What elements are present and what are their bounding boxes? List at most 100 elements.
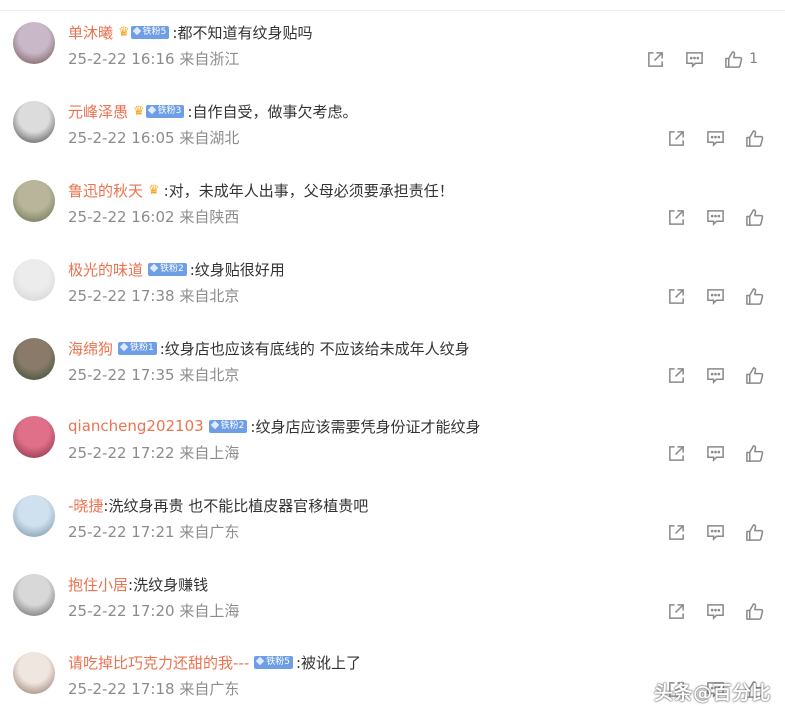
comment-actions xyxy=(647,521,764,543)
comment-time: 25-2-22 17:21 xyxy=(68,523,175,541)
share-icon[interactable] xyxy=(666,207,686,227)
avatar[interactable] xyxy=(13,259,55,301)
avatar[interactable] xyxy=(13,338,55,380)
crown-icon: ♛ xyxy=(133,103,145,119)
comment-item: qiancheng202103 铁粉2:纹身店应该需要凭身份证才能纹身 25-2-2… xyxy=(0,414,785,492)
user-badges: 铁粉2 xyxy=(208,419,248,433)
comment-actions xyxy=(647,442,764,464)
comment-text: :纹身店也应该有底线的 不应该给未成年人纹身 xyxy=(159,339,470,358)
comment-time: 25-2-22 17:18 xyxy=(68,680,175,698)
comment-time: 25-2-22 17:20 xyxy=(68,602,175,620)
comment-actions xyxy=(647,127,764,149)
thumbs-up-icon[interactable] xyxy=(744,286,764,306)
comment-text: :纹身贴很好用 xyxy=(189,260,285,279)
share-icon[interactable] xyxy=(666,522,686,542)
thumbs-up-icon[interactable] xyxy=(744,522,764,542)
username-link[interactable]: 极光的味道 xyxy=(68,259,143,280)
comment-text: :洗纹身再贵 也不能比植皮器官移植贵吧 xyxy=(103,496,369,515)
comment-icon[interactable] xyxy=(705,443,725,463)
share-icon[interactable] xyxy=(666,601,686,621)
fan-badge: 铁粉2 xyxy=(208,419,248,433)
comment-line: 元峰泽愚 ♛ 铁粉3:自作自受，做事欠考虑。 xyxy=(68,99,357,123)
comment-item: 元峰泽愚 ♛ 铁粉3:自作自受，做事欠考虑。 25-2-22 16:05 来自湖北 xyxy=(0,99,785,177)
comment-item: 海绵狗 铁粉1:纹身店也应该有底线的 不应该给未成年人纹身 25-2-22 17:3… xyxy=(0,336,785,414)
comment-meta: 25-2-22 17:20 来自上海 xyxy=(68,600,239,621)
share-icon[interactable] xyxy=(666,286,686,306)
comment-line: 请吃掉比巧克力还甜的我--- 铁粉5:被讹上了 xyxy=(68,650,361,674)
username-link[interactable]: qiancheng202103 xyxy=(68,417,204,435)
comment-line: 单沐曦 ♛ 铁粉5:都不知道有纹身贴吗 xyxy=(68,20,312,44)
comment-line: 海绵狗 铁粉1:纹身店也应该有底线的 不应该给未成年人纹身 xyxy=(68,336,470,360)
username-link[interactable]: 元峰泽愚 xyxy=(68,101,128,122)
username-link[interactable]: 鲁迅的秋天 xyxy=(68,180,143,201)
thumbs-up-icon[interactable] xyxy=(744,365,764,385)
avatar[interactable] xyxy=(13,495,55,537)
crown-icon: ♛ xyxy=(148,182,160,198)
comment-meta: 25-2-22 17:35 来自北京 xyxy=(68,364,239,385)
comment-time: 25-2-22 17:38 xyxy=(68,287,175,305)
comment-line: 抱住小居:洗纹身赚钱 xyxy=(68,572,208,596)
avatar[interactable] xyxy=(13,101,55,143)
comment-actions xyxy=(647,285,764,307)
comment-line: qiancheng202103 铁粉2:纹身店应该需要凭身份证才能纹身 xyxy=(68,414,480,438)
comment-meta: 25-2-22 17:21 来自广东 xyxy=(68,521,239,542)
comment-location: 来自广东 xyxy=(179,523,240,541)
comment-location: 来自浙江 xyxy=(179,50,240,68)
comment-time: 25-2-22 16:16 xyxy=(68,50,175,68)
avatar[interactable] xyxy=(13,22,55,64)
comment-text: :纹身店应该需要凭身份证才能纹身 xyxy=(250,417,481,436)
thumbs-up-icon[interactable] xyxy=(744,207,764,227)
username-link[interactable]: 单沐曦 xyxy=(68,22,113,43)
comment-item: 抱住小居:洗纹身赚钱 25-2-22 17:20 来自上海 xyxy=(0,572,785,650)
user-badges: 铁粉5 xyxy=(254,655,293,669)
comment-line: 鲁迅的秋天 ♛:对，未成年人出事，父母必须要承担责任！ xyxy=(68,178,454,202)
comment-time: 25-2-22 16:02 xyxy=(68,208,175,226)
like-count: 1 xyxy=(749,51,758,67)
comment-actions xyxy=(647,600,764,622)
fan-badge: 铁粉5 xyxy=(130,25,170,39)
share-icon[interactable] xyxy=(666,128,686,148)
comment-icon[interactable] xyxy=(705,365,725,385)
avatar[interactable] xyxy=(13,416,55,458)
username-link[interactable]: 海绵狗 xyxy=(68,338,113,359)
comment-meta: 25-2-22 17:22 来自上海 xyxy=(68,442,239,463)
username-link[interactable]: 请吃掉比巧克力还甜的我--- xyxy=(68,652,249,673)
fan-badge: 铁粉5 xyxy=(254,655,293,669)
watermark: 头条@百分比 xyxy=(653,682,771,704)
avatar[interactable] xyxy=(13,574,55,616)
thumbs-up-icon[interactable] xyxy=(744,128,764,148)
comment-icon[interactable] xyxy=(705,286,725,306)
comment-line: -晓捷:洗纹身再贵 也不能比植皮器官移植贵吧 xyxy=(68,493,368,517)
comment-icon[interactable] xyxy=(705,522,725,542)
comment-time: 25-2-22 17:22 xyxy=(68,444,175,462)
username-link[interactable]: 抱住小居 xyxy=(68,574,128,595)
share-icon[interactable] xyxy=(645,49,665,69)
share-icon[interactable] xyxy=(666,443,686,463)
comment-meta: 25-2-22 16:02 来自陕西 xyxy=(68,206,239,227)
comment-text: :都不知道有纹身贴吗 xyxy=(172,23,313,42)
comment-icon[interactable] xyxy=(684,49,704,69)
thumbs-up-icon[interactable] xyxy=(744,601,764,621)
avatar[interactable] xyxy=(13,652,55,694)
fan-badge: 铁粉3 xyxy=(145,104,185,118)
thumbs-up-icon[interactable] xyxy=(744,443,764,463)
fan-badge: 铁粉1 xyxy=(118,341,157,355)
comment-text: :自作自受，做事欠考虑。 xyxy=(187,102,358,121)
comment-location: 来自上海 xyxy=(179,444,240,462)
comment-icon[interactable] xyxy=(705,128,725,148)
avatar[interactable] xyxy=(13,180,55,222)
user-badges: 铁粉2 xyxy=(148,262,187,276)
comment-item: -晓捷:洗纹身再贵 也不能比植皮器官移植贵吧 25-2-22 17:21 来自广东 xyxy=(0,493,785,571)
username-link[interactable]: -晓捷 xyxy=(68,495,103,516)
comment-icon[interactable] xyxy=(705,207,725,227)
user-badges: ♛ 铁粉5 xyxy=(118,25,170,40)
share-icon[interactable] xyxy=(666,365,686,385)
comment-location: 来自北京 xyxy=(179,366,240,384)
comment-text: :被讹上了 xyxy=(295,653,362,672)
comment-location: 来自湖北 xyxy=(179,129,240,147)
comment-list: 单沐曦 ♛ 铁粉5:都不知道有纹身贴吗 25-2-22 16:16 来自浙江 1 元峰泽愚… xyxy=(0,0,785,720)
thumbs-up-icon[interactable] xyxy=(723,49,743,69)
comment-actions xyxy=(647,364,764,386)
comment-icon[interactable] xyxy=(705,601,725,621)
comment-location: 来自上海 xyxy=(179,602,240,620)
